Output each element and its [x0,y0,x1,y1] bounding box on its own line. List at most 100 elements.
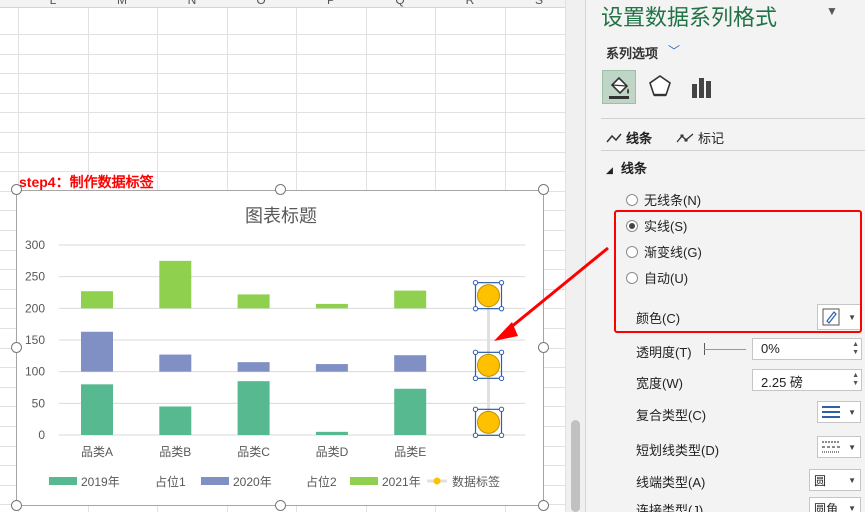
width-input[interactable]: 2.25 磅 ▲ ▼ [752,369,862,391]
column-header-S[interactable]: S [504,0,565,7]
effects-tab-button[interactable] [644,70,678,104]
column-header-Q[interactable]: Q [365,0,435,7]
chevron-down-icon: ▼ [848,407,856,417]
fill-line-tab-button[interactable] [602,70,636,104]
bar-2019年 [315,431,348,435]
marker-handle [498,305,505,312]
bar-2019年 [237,381,270,435]
vertical-scrollbar[interactable] [565,0,585,512]
x-tick-label: 品类C [237,445,270,459]
tab-marker[interactable]: 标记 [676,128,724,147]
legend-swatch [350,477,378,485]
step-annotation: step4：制作数据标签 [19,174,154,190]
cap-type-value: 圆 [814,473,827,488]
radio-button[interactable] [626,245,638,258]
x-tick-label: 品类B [159,445,191,459]
chart-svg[interactable]: 图表标题 0 50 100 150 200 250 300 品类A 品类B 品类C 品类D 品类E 201… [17,191,545,507]
label-series-point [477,353,500,377]
y-tick-label: 200 [25,301,45,315]
dash-type-label: 短划线类型(D) [636,443,720,458]
legend-swatch [201,477,229,485]
width-value: 2.25 磅 [761,375,803,390]
line-section-label: 线条 [620,161,647,176]
pane-options-dropdown-icon[interactable]: ▼ [826,4,838,18]
bar-2021年 [315,303,348,309]
radio-button-checked[interactable] [626,219,638,232]
y-tick-label: 250 [25,270,45,284]
column-header-R[interactable]: R [435,0,505,7]
column-header-O[interactable]: O [226,0,296,7]
radio-button[interactable] [626,193,638,206]
column-header-N[interactable]: N [157,0,227,7]
label-series-point [477,410,500,434]
bar-2021年 [81,291,113,309]
column-header-row: L M N O P Q R S [0,0,565,8]
resize-handle-right[interactable] [538,342,549,353]
marker-handle [472,406,479,413]
bar-2020年 [394,355,427,372]
grid-row-line [0,73,565,75]
radio-automatic[interactable]: 自动(U) [626,268,688,287]
bar-2021年 [159,260,192,309]
resize-handle-bottom-right[interactable] [538,500,549,511]
radio-button[interactable] [626,271,638,284]
spinner-arrows-icon[interactable]: ▲ ▼ [852,341,859,357]
radio-gradient-line[interactable]: 渐变线(G) [626,242,702,261]
label-series-point [477,284,500,308]
marker-handle [498,406,505,413]
bar-2019年 [81,384,113,435]
column-header-P[interactable]: P [296,0,366,7]
line-section-header[interactable]: ◢ 线条 [606,158,647,177]
tab-line[interactable]: 线条 [606,128,652,147]
radio-no-line[interactable]: 无线条(N) [626,190,701,209]
spreadsheet-area[interactable]: L M N O P Q R S step4：制作数据标签 图表标题 0 50 100 1… [0,0,565,512]
column-header-L[interactable]: L [18,0,88,7]
grid-row-line [0,53,565,55]
resize-handle-left[interactable] [11,342,22,353]
legend-label: 2020年 [233,475,272,489]
spinner-arrows-icon[interactable]: ▲ ▼ [852,372,859,388]
chevron-down-icon: ▼ [848,442,856,452]
grid-row-line [0,92,565,94]
join-type-value: 圆角 [814,501,839,512]
chevron-down-icon[interactable]: ﹀ [668,42,680,59]
radio-label: 实线(S) [644,219,688,234]
series-options-tab-button[interactable] [686,70,720,104]
line-color-picker[interactable]: ▼ [817,304,861,330]
join-type-dropdown[interactable]: 圆角 ▼ [809,497,861,512]
series-options-label[interactable]: 系列选项 [606,43,658,62]
resize-handle-top-left[interactable] [11,184,22,195]
chevron-down-icon: ▼ [848,503,856,512]
compound-type-label: 复合类型(C) [636,408,707,423]
y-tick-label: 300 [25,238,45,252]
column-header-M[interactable]: M [87,0,157,7]
transparency-value: 0% [761,341,780,356]
grid-row-line [0,112,565,114]
compound-lines-icon [822,406,840,418]
radio-solid-line[interactable]: 实线(S) [626,216,687,235]
marker-handle [472,375,479,382]
x-tick-label: 品类E [394,445,426,459]
transparency-slider-track[interactable] [704,349,746,350]
resize-handle-bottom-left[interactable] [11,500,22,511]
resize-handle-top-right[interactable] [538,184,549,195]
bar-chart-icon [692,78,711,98]
bar-2021年 [237,294,270,309]
dash-type-dropdown[interactable]: ▼ [817,436,861,458]
transparency-label: 透明度(T) [636,345,692,360]
resize-handle-bottom[interactable] [275,500,286,511]
chart-area[interactable]: 图表标题 0 50 100 150 200 250 300 品类A 品类B 品类C 品类D 品类E 201… [16,190,544,506]
scrollbar-thumb[interactable] [571,420,580,512]
x-tick-label: 品类A [81,445,113,459]
resize-handle-top[interactable] [275,184,286,195]
marker-icon [676,133,694,142]
cap-type-dropdown[interactable]: 圆 ▼ [809,469,861,491]
chevron-down-icon: ▼ [848,475,856,485]
radio-label: 自动(U) [644,271,689,286]
marker-handle [498,279,505,286]
legend-label: 2021年 [382,475,421,489]
bar-2020年 [81,331,113,372]
compound-type-dropdown[interactable]: ▼ [817,401,861,423]
chart-title: 图表标题 [245,206,317,226]
transparency-input[interactable]: 0% ▲ ▼ [752,338,862,360]
